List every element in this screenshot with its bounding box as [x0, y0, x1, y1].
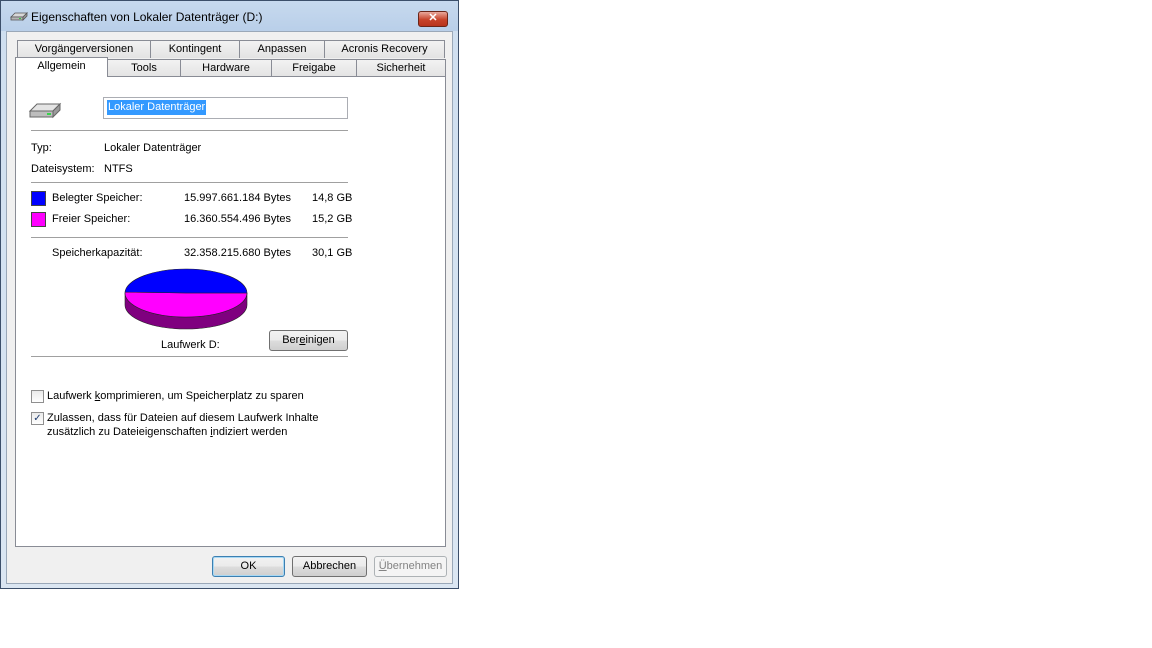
tab-freigabe[interactable]: Freigabe — [271, 59, 357, 77]
separator — [31, 356, 348, 357]
drive-icon — [10, 12, 28, 21]
tab-vorgaengerversionen[interactable]: Vorgängerversionen — [17, 40, 151, 58]
cancel-button[interactable]: Abbrechen — [292, 556, 367, 577]
capacity-bytes: 32.358.215.680 Bytes — [184, 247, 292, 259]
cleanup-button[interactable]: Bereinigen — [269, 330, 348, 351]
used-space-swatch — [31, 191, 46, 206]
hard-drive-icon — [28, 102, 62, 119]
window-title: Eigenschaften von Lokaler Datenträger (D… — [31, 10, 263, 24]
tab-kontingent[interactable]: Kontingent — [150, 40, 240, 58]
properties-window: Eigenschaften von Lokaler Datenträger (D… — [0, 0, 459, 589]
used-space-bytes: 15.997.661.184 Bytes — [184, 192, 292, 204]
close-button[interactable]: ✕ — [418, 11, 448, 27]
dialog-client-area: Vorgängerversionen Kontingent Anpassen A… — [6, 31, 453, 584]
filesystem-value: NTFS — [104, 163, 133, 175]
title-bar[interactable]: Eigenschaften von Lokaler Datenträger (D… — [1, 1, 458, 31]
capacity-label: Speicherkapazität: — [52, 247, 143, 259]
type-label: Typ: — [31, 142, 52, 154]
separator — [31, 182, 348, 183]
index-label-line1: Zulassen, dass für Dateien auf diesem La… — [47, 412, 319, 424]
filesystem-label: Dateisystem: — [31, 163, 95, 175]
separator — [31, 237, 348, 238]
tab-hardware[interactable]: Hardware — [180, 59, 272, 77]
compress-checkbox[interactable] — [31, 390, 44, 403]
ok-button[interactable]: OK — [212, 556, 285, 577]
pie-used-slice — [124, 268, 248, 294]
separator — [31, 130, 348, 131]
used-space-label: Belegter Speicher: — [52, 192, 143, 204]
index-label-line2: zusätzlich zu Dateieigenschaften indizie… — [47, 426, 288, 438]
tab-allgemein[interactable]: Allgemein — [15, 57, 108, 77]
capacity-size: 30,1 GB — [312, 247, 353, 259]
apply-button[interactable]: Übernehmen — [374, 556, 447, 577]
tab-anpassen[interactable]: Anpassen — [239, 40, 325, 58]
tab-panel-allgemein: Lokaler Datenträger Typ: Lokaler Datentr… — [15, 76, 446, 547]
free-space-label: Freier Speicher: — [52, 213, 131, 225]
type-value: Lokaler Datenträger — [104, 142, 202, 154]
used-space-size: 14,8 GB — [312, 192, 353, 204]
free-space-size: 15,2 GB — [312, 213, 353, 225]
drive-letter-label: Laufwerk D: — [161, 339, 220, 351]
disk-usage-pie-chart — [124, 268, 248, 330]
compress-label: Laufwerk komprimieren, um Speicherplatz … — [47, 390, 304, 402]
free-space-swatch — [31, 212, 46, 227]
tab-sicherheit[interactable]: Sicherheit — [356, 59, 446, 77]
drive-name-text: Lokaler Datenträger — [107, 100, 207, 115]
index-checkbox[interactable]: ✓ — [31, 412, 44, 425]
free-space-bytes: 16.360.554.496 Bytes — [184, 213, 292, 225]
tab-acronis-recovery[interactable]: Acronis Recovery — [324, 40, 445, 58]
tab-tools[interactable]: Tools — [107, 59, 181, 77]
drive-name-input[interactable]: Lokaler Datenträger — [103, 97, 348, 119]
